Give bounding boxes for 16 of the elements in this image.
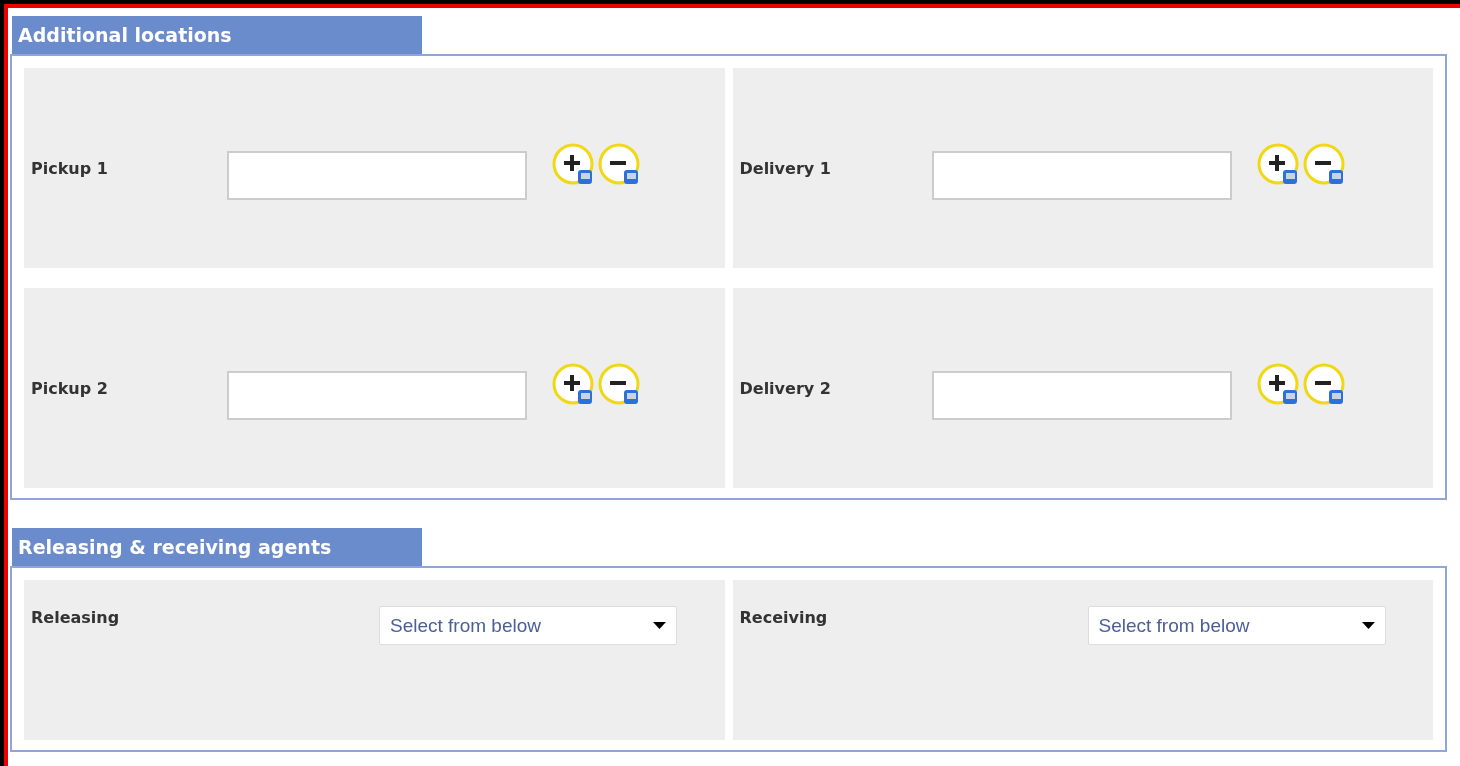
caret-icon (653, 622, 666, 629)
input-field[interactable] (227, 370, 527, 420)
field-label: Delivery 2 (739, 378, 832, 398)
field-label: Releasing (31, 608, 121, 627)
field-label: Pickup 2 (31, 378, 109, 398)
input-field[interactable] (227, 150, 527, 200)
caret-icon (1361, 622, 1375, 629)
field-label: Receiving (739, 608, 829, 627)
section-header: Releasing & receiving agents (12, 528, 422, 566)
dropdown[interactable]: Select from below (1087, 606, 1386, 645)
section-header: Additional locations (12, 16, 422, 54)
dropdown[interactable]: Select from below (379, 606, 677, 645)
field-label: Delivery 1 (739, 158, 832, 178)
input-field[interactable] (931, 150, 1232, 200)
field-label: Pickup 1 (31, 158, 109, 178)
input-field[interactable] (931, 370, 1232, 420)
